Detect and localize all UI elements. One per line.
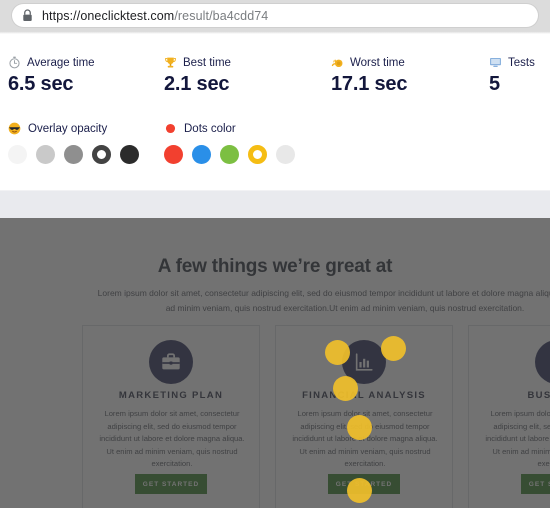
stat-best-time-head: Best time bbox=[164, 56, 231, 69]
click-dot bbox=[333, 376, 358, 401]
card-icon-wrap bbox=[535, 340, 550, 384]
site-preview[interactable]: A few things we’re great at Lorem ipsum … bbox=[0, 218, 550, 508]
overlay-swatch-1[interactable] bbox=[36, 145, 55, 164]
stat-worst-time-head: Worst time bbox=[331, 56, 407, 69]
stat-worst-time-value: 17.1 sec bbox=[331, 73, 408, 95]
address-bar[interactable]: https://oneclicktest.com/result/ba4cdd74 bbox=[12, 4, 538, 27]
dots-color-label: Dots color bbox=[184, 122, 236, 135]
snail-icon bbox=[331, 59, 343, 68]
red-dot-icon bbox=[165, 123, 176, 134]
overlay-opacity-head: Overlay opacity bbox=[8, 122, 139, 135]
stat-average-time-head: Average time bbox=[8, 56, 95, 69]
briefcase-icon bbox=[162, 353, 180, 370]
url-scheme: https:// bbox=[42, 8, 81, 23]
browser-toolbar: https://oneclicktest.com/result/ba4cdd74 bbox=[0, 0, 550, 31]
stat-tests: Tests 5 bbox=[489, 56, 535, 96]
card-body: Lorem ipsum dolor sit amet, consectetur … bbox=[485, 409, 550, 469]
stat-best-time: Best time 2.1 sec bbox=[164, 56, 231, 96]
dots-swatch-gray[interactable] bbox=[276, 145, 295, 164]
card-business[interactable]: BUSINESS Lorem ipsum dolor sit amet, con… bbox=[468, 325, 550, 508]
click-dot bbox=[347, 478, 372, 503]
bar-chart-icon bbox=[355, 353, 373, 371]
dots-swatch-yellow-selected[interactable] bbox=[248, 145, 267, 164]
stat-average-time-label: Average time bbox=[27, 56, 95, 69]
card-body: Lorem ipsum dolor sit amet, consectetur … bbox=[99, 409, 245, 469]
lightbulb-icon bbox=[546, 351, 550, 373]
address-bar-url: https://oneclicktest.com/result/ba4cdd74 bbox=[42, 9, 268, 23]
stat-tests-value: 5 bbox=[489, 73, 500, 95]
site-preview-page: A few things we’re great at Lorem ipsum … bbox=[0, 218, 550, 508]
overlay-swatch-4[interactable] bbox=[120, 145, 139, 164]
page-subtitle: Lorem ipsum dolor sit amet, consectetur … bbox=[97, 288, 550, 313]
feature-cards: MARKETING PLAN Lorem ipsum dolor sit ame… bbox=[82, 325, 550, 508]
stat-worst-time-label: Worst time bbox=[350, 56, 405, 69]
trophy-icon bbox=[165, 57, 176, 68]
overlay-opacity-label: Overlay opacity bbox=[28, 122, 108, 135]
stat-average-time-value: 6.5 sec bbox=[8, 73, 74, 95]
get-started-button[interactable]: GET STARTED bbox=[135, 474, 207, 494]
stopwatch-icon bbox=[9, 56, 20, 69]
url-path: /result/ba4cdd74 bbox=[174, 8, 269, 23]
click-dot bbox=[347, 415, 372, 440]
stat-best-time-label: Best time bbox=[183, 56, 231, 69]
dots-swatch-green[interactable] bbox=[220, 145, 239, 164]
results-panel: Average time 6.5 sec Best time 2.1 sec W… bbox=[0, 34, 550, 190]
panel-separator bbox=[0, 190, 550, 220]
stat-tests-head: Tests bbox=[489, 56, 535, 69]
stat-best-time-value: 2.1 sec bbox=[164, 73, 230, 95]
card-icon-wrap bbox=[149, 340, 193, 384]
click-dot bbox=[381, 336, 406, 361]
page-title: A few things we’re great at bbox=[157, 256, 393, 277]
get-started-button[interactable]: GET STARTED bbox=[521, 474, 550, 494]
overlay-swatch-3-selected[interactable] bbox=[92, 145, 111, 164]
card-title: MARKETING PLAN bbox=[118, 390, 224, 401]
overlay-opacity-control: Overlay opacity bbox=[8, 122, 139, 164]
overlay-swatch-0[interactable] bbox=[8, 145, 27, 164]
dots-swatch-red[interactable] bbox=[164, 145, 183, 164]
url-domain: oneclicktest.com bbox=[80, 8, 175, 23]
dots-swatch-blue[interactable] bbox=[192, 145, 211, 164]
card-title: FINANCIAL ANALYSIS bbox=[302, 390, 426, 401]
overlay-swatch-2[interactable] bbox=[64, 145, 83, 164]
card-title: BUSINESS bbox=[527, 390, 550, 401]
dots-color-control: Dots color bbox=[164, 122, 295, 164]
stats-row: Average time 6.5 sec Best time 2.1 sec W… bbox=[0, 56, 550, 106]
lock-icon bbox=[23, 9, 32, 21]
overlay-opacity-swatches bbox=[8, 145, 139, 164]
monitor-icon bbox=[490, 57, 501, 67]
stat-worst-time: Worst time 17.1 sec bbox=[331, 56, 407, 96]
controls-row: Overlay opacity Dots color bbox=[0, 122, 550, 184]
stat-tests-label: Tests bbox=[508, 56, 535, 69]
dots-color-head: Dots color bbox=[164, 122, 295, 135]
dots-color-swatches bbox=[164, 145, 295, 164]
card-marketing-plan[interactable]: MARKETING PLAN Lorem ipsum dolor sit ame… bbox=[82, 325, 260, 508]
stat-average-time: Average time 6.5 sec bbox=[8, 56, 95, 96]
sunglasses-face-icon bbox=[8, 122, 21, 135]
click-dot bbox=[325, 340, 350, 365]
